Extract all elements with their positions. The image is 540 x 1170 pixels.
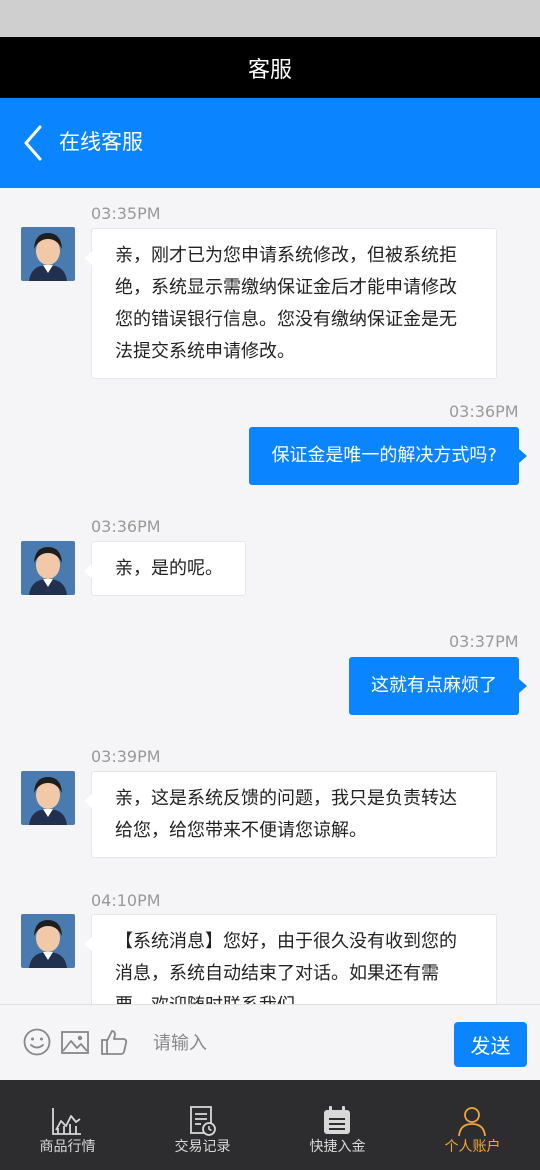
tab-account[interactable]: 个人账户 (405, 1080, 540, 1170)
message-timestamp: 03:39PM (91, 747, 161, 766)
send-button[interactable]: 发送 (454, 1022, 527, 1067)
agent-avatar (21, 914, 75, 968)
message-timestamp: 03:35PM (91, 204, 161, 223)
thumbs-up-icon[interactable] (99, 1027, 129, 1057)
tab-market[interactable]: 商品行情 (0, 1080, 135, 1170)
message-input[interactable] (135, 1017, 449, 1069)
tab-label: 商品行情 (39, 1139, 96, 1155)
agent-avatar (21, 771, 75, 825)
status-bar (0, 0, 540, 37)
bottom-tab-bar: 商品行情 交易记录 快捷入金 个人账户 (0, 1080, 540, 1170)
message-text: 保证金是唯一的解决方式吗? (271, 445, 497, 466)
system-message-bubble: 【系统消息】您好，由于很久没有收到您的消息，系统自动结束了对话。如果还有需要，欢… (84, 914, 497, 1004)
message-text: 亲，这是系统反馈的问题，我只是负责转达给您，给您带来不便请您谅解。 (115, 788, 457, 841)
calendar-icon (324, 1106, 350, 1134)
record-icon (190, 1106, 216, 1136)
message-timestamp: 03:37PM (449, 632, 519, 651)
user-message-bubble: 这就有点麻烦了 (349, 657, 527, 715)
agent-avatar (21, 541, 75, 595)
message-input-bar: 发送 (0, 1004, 540, 1080)
message-text: 这就有点麻烦了 (371, 675, 497, 696)
message-text: 【系统消息】您好，由于很久没有收到您的消息，系统自动结束了对话。如果还有需要，欢… (115, 931, 457, 1004)
window-title-bar: 客服 (0, 37, 540, 98)
person-icon (458, 1107, 486, 1137)
back-button[interactable] (18, 123, 58, 163)
emoji-icon[interactable] (22, 1027, 52, 1057)
message-timestamp: 03:36PM (449, 402, 519, 421)
agent-message-bubble: 亲，是的呢。 (84, 541, 246, 596)
tab-label: 个人账户 (444, 1139, 501, 1155)
tab-label: 交易记录 (174, 1139, 231, 1155)
agent-message-bubble: 亲，这是系统反馈的问题，我只是负责转达给您，给您带来不便请您谅解。 (84, 771, 497, 858)
agent-avatar (21, 227, 75, 281)
message-timestamp: 03:36PM (91, 517, 161, 536)
chart-icon (52, 1108, 81, 1135)
image-icon[interactable] (60, 1027, 90, 1057)
chat-messages[interactable]: 03:35PM 亲，刚才已为您申请系统修改，但被系统拒绝，系统显示需缴纳保证金后… (0, 188, 540, 1004)
tab-label: 快捷入金 (309, 1139, 366, 1155)
user-message-bubble: 保证金是唯一的解决方式吗? (249, 427, 527, 485)
message-text: 亲，是的呢。 (115, 558, 223, 579)
message-timestamp: 04:10PM (91, 891, 161, 910)
nav-bar: 在线客服 (0, 98, 540, 188)
window-title: 客服 (247, 57, 292, 83)
message-text: 亲，刚才已为您申请系统修改，但被系统拒绝，系统显示需缴纳保证金后才能申请修改您的… (115, 245, 457, 362)
chevron-left-icon (24, 125, 42, 161)
tab-quick-deposit[interactable]: 快捷入金 (270, 1080, 405, 1170)
tab-records[interactable]: 交易记录 (135, 1080, 270, 1170)
page-title: 在线客服 (59, 130, 143, 154)
agent-message-bubble: 亲，刚才已为您申请系统修改，但被系统拒绝，系统显示需缴纳保证金后才能申请修改您的… (84, 228, 497, 379)
